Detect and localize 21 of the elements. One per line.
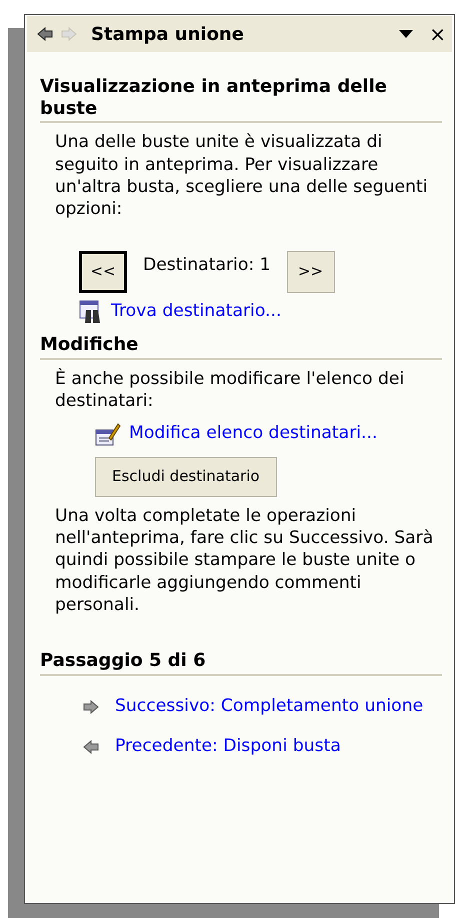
pane-title: Stampa unione <box>91 22 245 46</box>
find-recipient-link[interactable]: Trova destinatario... <box>111 298 282 324</box>
list-edit-icon[interactable] <box>95 422 121 446</box>
edit-list-link[interactable]: Modifica elenco destinatari... <box>129 420 378 447</box>
description-text: Una delle buste unite è visualizzata di seguito in anteprima. Per visualizzare un'altra busta, scegliere una delle seguenti opzioni: <box>55 131 428 221</box>
section-heading: Modifiche <box>40 334 442 360</box>
step-link[interactable]: Successivo: Completamento unione <box>115 694 424 720</box>
recipient-label: Destinatario: 1 <box>143 254 271 277</box>
section-heading: Passaggio 5 di 6 <box>40 650 442 676</box>
next-button[interactable]: >> <box>286 250 335 293</box>
previous-button[interactable]: << <box>79 250 127 293</box>
step-link[interactable]: Precedente: Disponi busta <box>115 734 341 760</box>
instruction-text: Una volta completate le operazioni nell'anteprima, fare clic su Successivo. Sarà quindi possibile stampare le buste unite o modificarle aggiungendo commenti personali. <box>55 504 434 616</box>
exclude-button[interactable]: Escludi destinatario <box>95 456 277 497</box>
section-heading: Visualizzazione in anteprima delle buste <box>40 76 442 124</box>
back-arrow-icon[interactable] <box>83 740 99 754</box>
dropdown-icon[interactable] <box>399 29 414 39</box>
forward-arrow-icon[interactable] <box>83 700 99 714</box>
back-arrow-icon[interactable] <box>37 27 53 41</box>
description-text: È anche possibile modificare l'elenco dei destinatari: <box>55 368 406 413</box>
close-button[interactable]: × <box>429 24 446 44</box>
